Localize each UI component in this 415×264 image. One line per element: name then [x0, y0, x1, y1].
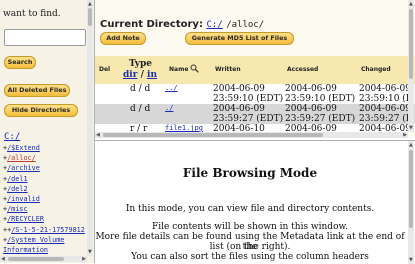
row-changed-date: 2004-06-09 [359, 124, 411, 132]
current-directory-path: /alloc/ [226, 20, 265, 30]
mode-description: You can also sort the files using the co… [131, 252, 369, 262]
row-accessed-time: 23:59:27 (EDT) [285, 114, 356, 124]
row-name-link[interactable]: ./ [165, 104, 173, 112]
directory-tree: +/$Extend +/alloc/ +/archive +/del1 +/de… [3, 143, 89, 255]
mode-title: File Browsing Mode [182, 166, 318, 180]
row-changed-date: 2004-06-09 [359, 84, 411, 94]
content-frame: File Browsing Mode In this mode, you can… [95, 140, 415, 264]
row-accessed-time: 23:59:10 (EDT) [285, 94, 356, 104]
row-changed-time: 23:59:27 (E [359, 114, 413, 124]
file-list-horizontal-scrollbar[interactable]: ◀ ▶ [95, 132, 408, 138]
scroll-left-arrow-icon[interactable]: ◀ [96, 132, 100, 138]
magnifier-icon[interactable] [190, 64, 199, 73]
search-hint-text: want to find. [3, 9, 61, 19]
row-accessed-date: 2004-06-09 [285, 84, 337, 94]
tree-item[interactable]: Information [3, 245, 89, 255]
tree-item[interactable]: +/archive [3, 163, 89, 173]
row-type: d / d [130, 84, 151, 94]
scroll-up-arrow-icon[interactable]: ▲ [409, 1, 413, 7]
file-table-header: Del Type dir / in Name Written Accessed … [95, 56, 415, 84]
tree-item[interactable]: ++/S-1-5-21-17579812 [3, 225, 89, 235]
column-accessed[interactable]: Accessed [287, 66, 318, 73]
row-name-link[interactable]: file1.jpg [165, 124, 203, 132]
scroll-left-arrow-icon[interactable]: ◀ [1, 256, 5, 262]
scroll-down-arrow-icon[interactable]: ▼ [409, 257, 413, 263]
current-directory: Current Directory: C:/ /alloc/ [100, 19, 264, 30]
row-accessed-date: 2004-06-09 [285, 104, 337, 114]
scroll-up-arrow-icon[interactable]: ▲ [88, 1, 92, 7]
left-vertical-scrollbar[interactable]: ▲ ▼ [87, 0, 93, 256]
search-button[interactable]: Search [4, 56, 36, 69]
row-changed-date: 2004-06-09 [359, 104, 411, 114]
scroll-down-arrow-icon[interactable]: ▼ [88, 249, 92, 255]
column-del[interactable]: Del [99, 66, 110, 73]
current-directory-label: Current Directory: [100, 19, 203, 30]
mode-description: File contents will be shown in this wind… [152, 222, 348, 232]
tree-item-selected[interactable]: +/alloc/ [3, 153, 89, 163]
table-row[interactable]: d / d ../ 2004-06-09 23:59:10 (EDT) 2004… [95, 84, 415, 104]
sort-by-dir-link[interactable]: dir [123, 70, 137, 80]
table-row[interactable]: d / d ./ 2004-06-09 23:59:27 (EDT) 2004-… [95, 104, 415, 124]
column-type-sort: dir / in [123, 70, 157, 80]
row-written-date: 2004-06-09 [213, 84, 265, 94]
scroll-thumb[interactable] [103, 133, 323, 137]
column-name[interactable]: Name [169, 66, 188, 73]
row-written-date: 2004-06-09 [213, 104, 265, 114]
row-written-time: 23:59:10 (EDT) [213, 94, 284, 104]
all-deleted-files-button[interactable]: All Deleted Files [4, 84, 70, 97]
row-written-time: 23:59:27 (EDT) [213, 114, 284, 124]
content-vertical-scrollbar[interactable]: ▲ ▼ [408, 141, 414, 264]
sort-by-in-link[interactable]: in [147, 70, 157, 80]
search-input[interactable] [4, 29, 86, 46]
mode-description: In this mode, you can view file and dire… [125, 204, 375, 214]
type-separator: / [140, 70, 144, 80]
tree-item[interactable]: +/del2 [3, 184, 89, 194]
hide-directories-button[interactable]: Hide Directories [4, 104, 78, 117]
row-accessed-date: 2004-06-09 [285, 124, 337, 132]
row-type: d / d [130, 104, 151, 114]
tree-item[interactable]: +/System Volume [3, 235, 89, 245]
scroll-thumb[interactable] [88, 8, 92, 26]
tree-item[interactable]: +/invalid [3, 194, 89, 204]
tree-item[interactable]: +/misc [3, 204, 89, 214]
row-type: r / r [130, 124, 148, 132]
scroll-thumb[interactable] [8, 257, 64, 261]
tree-item[interactable]: +/$Extend [3, 143, 89, 153]
scroll-up-arrow-icon[interactable]: ▲ [409, 142, 413, 148]
tree-item[interactable]: +/RECYCLER [3, 214, 89, 224]
row-changed-time: 23:59:10 (E [359, 94, 413, 104]
left-horizontal-scrollbar[interactable]: ◀ ▶ [0, 256, 87, 262]
scroll-thumb[interactable] [409, 9, 413, 79]
row-name-link[interactable]: ../ [165, 84, 178, 92]
current-directory-root-link[interactable]: C:/ [206, 20, 222, 30]
left-frame: want to find. Search All Deleted Files H… [0, 0, 95, 263]
column-written[interactable]: Written [215, 66, 241, 73]
file-list-frame: Current Directory: C:/ /alloc/ Add Note … [95, 0, 415, 138]
file-list-vertical-scrollbar[interactable]: ▲ ▼ [408, 0, 414, 132]
mode-description: list (on the right). [209, 242, 291, 252]
scroll-thumb[interactable] [409, 150, 413, 228]
column-type[interactable]: Type [129, 59, 152, 69]
column-changed[interactable]: Changed [361, 66, 391, 73]
add-note-button[interactable]: Add Note [100, 32, 146, 45]
generate-md5-button[interactable]: Generate MD5 List of Files [185, 32, 294, 45]
tree-root-link[interactable]: C:/ [4, 132, 20, 142]
scroll-right-arrow-icon[interactable]: ▶ [82, 256, 86, 262]
row-written-date: 2004-06-10 [213, 124, 265, 132]
scroll-down-arrow-icon[interactable]: ▼ [409, 125, 413, 131]
scroll-right-arrow-icon[interactable]: ▶ [403, 132, 407, 138]
table-row[interactable]: r / r file1.jpg 2004-06-10 2004-06-09 20… [95, 124, 415, 132]
tree-item[interactable]: +/del1 [3, 174, 89, 184]
